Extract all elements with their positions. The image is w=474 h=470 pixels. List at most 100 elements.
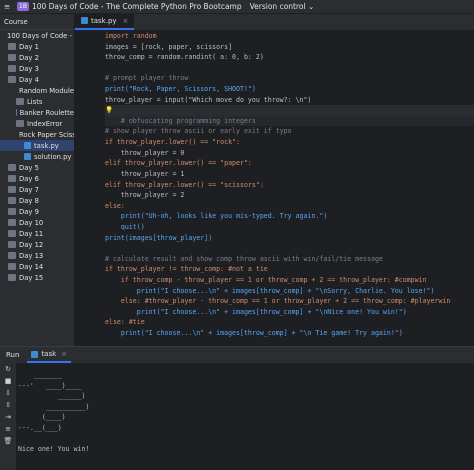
folder-icon [8,43,16,50]
code-line[interactable]: # prompt player throw [105,73,474,84]
code-line[interactable] [105,63,474,74]
sidebar-item[interactable]: Day 3 [0,63,74,74]
sidebar-item[interactable]: Day 11 [0,228,74,239]
code-line[interactable]: if throw_comp - throw_player == 1 or thr… [105,275,474,286]
stop-icon[interactable]: ■ [0,375,16,387]
python-file-icon [81,17,88,24]
sidebar-item[interactable]: Day 10 [0,217,74,228]
folder-icon [8,65,16,72]
code-line[interactable] [105,243,474,254]
sidebar-item-label: Day 6 [19,174,39,183]
sidebar-item[interactable]: Day 7 [0,184,74,195]
code-line[interactable]: print("Uh-oh, looks like you mis-typed. … [105,211,474,222]
sidebar-item[interactable]: Day 4 [0,74,74,85]
project-title[interactable]: 100 Days of Code - The Complete Python P… [32,2,242,11]
sidebar-item[interactable]: task.py [0,140,74,151]
line-number [75,42,102,53]
sidebar-item[interactable]: Day 9 [0,206,74,217]
folder-icon [8,252,16,259]
sidebar-item-label: Rock Paper Scissors [19,130,74,139]
sidebar-item[interactable]: Day 5 [0,162,74,173]
trash-icon[interactable]: 🗑 [0,435,16,447]
sidebar-item[interactable]: Lists [0,96,74,107]
code-line[interactable]: elif throw_player.lower() == "paper": [105,158,474,169]
console-line: ---.__(___) [18,423,62,432]
code-line[interactable]: print("Rock, Paper, Scissors, SHOOT!") [105,84,474,95]
sidebar-item-label: Day 3 [19,64,39,73]
rerun-icon[interactable]: ↻ [0,363,16,375]
main-menu-icon[interactable]: ≡ [0,2,14,11]
sidebar-item-label: Banker Roulette [19,108,74,117]
sidebar-item[interactable]: Day 15 [0,272,74,283]
code-line[interactable]: quit() [105,222,474,233]
line-number [75,222,102,233]
run-tab-task[interactable]: task × [27,347,72,363]
version-control-menu[interactable]: Version control ⌄ [250,2,315,11]
code-line[interactable]: throw_player = input("Which move do you … [105,95,474,106]
line-number [75,126,102,137]
sidebar-item-label: Day 2 [19,53,39,62]
sidebar-item[interactable]: Rock Paper Scissors [0,129,74,140]
code-line[interactable]: else: #throw_player - throw_comp == 1 or… [105,296,474,307]
folder-icon [8,175,16,182]
code-line[interactable]: if throw_player.lower() == "rock": [105,137,474,148]
filter-icon[interactable]: ≡ [0,423,16,435]
sidebar-item-label: Random Module [19,86,75,95]
code-line[interactable]: images = [rock, paper, scissors] [105,42,474,53]
sidebar-item[interactable]: Banker Roulette [0,107,74,118]
code-line[interactable]: elif throw_player.lower() == "scissors": [105,180,474,191]
python-file-icon [24,142,31,149]
sidebar-item-label: Lists [27,97,43,106]
editor-tabs: task.py × [75,13,474,31]
code-line[interactable]: throw_player = 1 [105,169,474,180]
close-icon[interactable]: × [123,17,129,25]
sidebar-item[interactable]: Day 14 [0,261,74,272]
code-line[interactable]: # obfuscating programming integers [105,115,474,127]
run-console[interactable]: _______ ---' ____)____ ______) __________… [18,370,474,470]
code-line[interactable]: throw_player = 0 [105,148,474,159]
folder-icon [8,230,16,237]
sidebar-item-label: 100 Days of Code - The Com [7,31,74,40]
code-line[interactable]: if throw_player != throw_comp: #not a ti… [105,264,474,275]
code-line[interactable]: print(images[throw_player]) [105,233,474,244]
code-line[interactable]: 💡 [105,105,474,116]
line-number [75,328,102,339]
tab-task-py[interactable]: task.py × [75,13,135,30]
code-line[interactable]: # calculate result and show comp throw a… [105,254,474,265]
folder-icon [8,241,16,248]
sidebar-item[interactable]: solution.py [0,151,74,162]
scroll-to-end-icon[interactable]: ⇩ [0,387,16,399]
code-editor[interactable]: import random images = [rock, paper, scis… [105,31,474,345]
line-number [75,317,102,328]
sidebar-item[interactable]: Day 2 [0,52,74,63]
line-number [75,95,102,106]
code-line[interactable]: print("I choose...\n" + images[throw_com… [105,328,474,339]
sidebar-item[interactable]: Day 8 [0,195,74,206]
folder-icon [16,98,24,105]
soft-wrap-icon[interactable]: ⇳ [0,399,16,411]
code-line[interactable]: throw_player = 2 [105,190,474,201]
code-line[interactable]: # show player throw ascii or early exit … [105,126,474,137]
close-icon[interactable]: × [61,350,67,358]
folder-icon [8,208,16,215]
run-panel-header: Run task × [0,346,474,363]
code-line[interactable]: import random [105,31,474,42]
folder-icon [16,120,24,127]
sidebar-item-label: Day 14 [19,262,44,271]
sidebar-item[interactable]: Day 1 [0,41,74,52]
course-panel-header[interactable]: Course [0,14,74,30]
code-line[interactable]: else: #tie [105,317,474,328]
title-bar: ≡ 1B 100 Days of Code - The Complete Pyt… [0,0,474,14]
sidebar-item[interactable]: Day 12 [0,239,74,250]
sidebar-item[interactable]: Day 13 [0,250,74,261]
code-line[interactable]: print("I choose...\n" + images[throw_com… [105,286,474,297]
sidebar-item-label: Day 13 [19,251,44,260]
sidebar-item[interactable]: Day 6 [0,173,74,184]
code-line[interactable]: print("I choose...\n" + images[throw_com… [105,307,474,318]
sidebar-item[interactable]: Random Module [0,85,74,96]
export-icon[interactable]: ⇥ [0,411,16,423]
sidebar-item[interactable]: 100 Days of Code - The Com [0,30,74,41]
sidebar-item[interactable]: IndexError [0,118,74,129]
code-line[interactable]: throw_comp = random.randint( a: 0, b: 2) [105,52,474,63]
code-line[interactable]: else: [105,201,474,212]
